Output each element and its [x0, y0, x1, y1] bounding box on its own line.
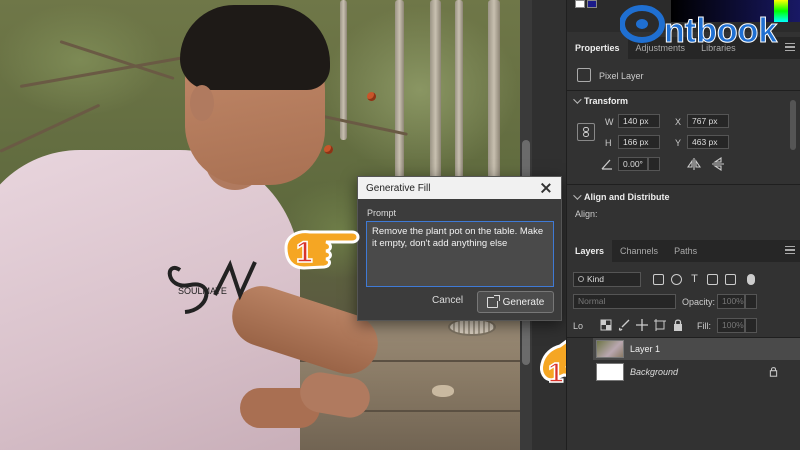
step-number: 1: [296, 236, 313, 269]
angle-dropdown[interactable]: [648, 157, 660, 171]
shirt-print-logo: SOULMATE: [167, 259, 257, 314]
flip-vertical-icon[interactable]: [711, 157, 725, 171]
angle-field[interactable]: 0.00°: [618, 157, 648, 171]
filter-kind-label: Kind: [587, 274, 605, 284]
pointing-hand-icon: 1: [284, 230, 360, 270]
tab-layers[interactable]: Layers: [567, 240, 613, 262]
step-number: 1: [548, 357, 564, 388]
filter-toggle-icon[interactable]: [747, 274, 755, 285]
layer-item-layer-1[interactable]: Layer 1: [593, 338, 800, 360]
layer-name: Background: [630, 367, 679, 377]
tab-properties[interactable]: Properties: [567, 37, 628, 59]
hair: [180, 5, 330, 90]
opacity-field[interactable]: 100%: [717, 294, 745, 309]
close-icon[interactable]: [539, 181, 553, 195]
opacity-dropdown[interactable]: [745, 294, 757, 309]
layer-thumbnail: [596, 340, 624, 358]
artboard-lock-icon[interactable]: [653, 318, 667, 332]
height-label: H: [605, 138, 612, 148]
search-icon: [578, 276, 584, 282]
fill-field[interactable]: 100%: [717, 318, 745, 333]
fill-dropdown[interactable]: [745, 318, 757, 333]
brush-icon[interactable]: [617, 318, 631, 332]
fill-label: Fill:: [697, 321, 711, 331]
generate-icon: [486, 294, 500, 308]
transform-section-header[interactable]: Transform: [573, 95, 629, 106]
type-filter-icon[interactable]: T: [689, 274, 700, 285]
layer-name: Layer 1: [630, 344, 661, 354]
y-field[interactable]: 463 px: [687, 135, 729, 149]
generate-button[interactable]: Generate: [477, 291, 554, 313]
angle-icon: [601, 159, 612, 170]
ear: [190, 85, 214, 121]
move-icon[interactable]: [635, 318, 649, 332]
generate-button-label: Generate: [502, 296, 545, 308]
properties-scrollbar[interactable]: [790, 100, 796, 150]
watermark-text: ntbook: [664, 12, 777, 50]
cancel-button[interactable]: Cancel: [432, 295, 463, 306]
prompt-input[interactable]: [366, 221, 554, 287]
ntbook-logo: ntbook: [620, 5, 778, 51]
lock-label: Lo: [573, 321, 584, 331]
y-label: Y: [675, 138, 682, 148]
prompt-label: Prompt: [367, 208, 397, 218]
opacity-label: Opacity:: [682, 297, 716, 307]
flip-horizontal-icon[interactable]: [687, 157, 701, 171]
layer-filter-kind[interactable]: Kind: [573, 272, 641, 287]
link-icon[interactable]: [577, 123, 595, 141]
smart-object-filter-icon[interactable]: [725, 274, 736, 285]
divider: [567, 184, 800, 185]
width-label: W: [605, 117, 614, 127]
lock-icon: [769, 367, 778, 377]
color-swatch[interactable]: [575, 0, 601, 10]
align-title: Align and Distribute: [584, 192, 670, 202]
image-filter-icon[interactable]: [653, 274, 664, 285]
adjustment-filter-icon[interactable]: [671, 274, 682, 285]
divider: [567, 90, 800, 91]
tab-channels[interactable]: Channels: [612, 240, 666, 262]
right-panel: Properties Adjustments Libraries Pixel L…: [566, 0, 800, 450]
tab-paths[interactable]: Paths: [666, 240, 705, 262]
layer-type-label: Pixel Layer: [599, 71, 644, 81]
chevron-down-icon: [573, 95, 582, 104]
transform-title: Transform: [584, 96, 629, 106]
layers-tab-bar: Layers Channels Paths: [567, 240, 800, 262]
dialog-titlebar[interactable]: Generative Fill: [358, 177, 561, 199]
lock-transparent-pixels-icon[interactable]: [599, 318, 613, 332]
shape-filter-icon[interactable]: [707, 274, 718, 285]
dialog-title: Generative Fill: [366, 182, 431, 194]
align-section-header[interactable]: Align and Distribute: [573, 191, 670, 202]
blend-mode-select[interactable]: Normal: [573, 294, 676, 309]
height-field[interactable]: 166 px: [618, 135, 660, 149]
chevron-down-icon: [573, 191, 582, 200]
layer-item-background[interactable]: Background: [593, 361, 800, 383]
panel-menu-icon[interactable]: [785, 246, 795, 254]
x-label: X: [675, 117, 682, 127]
align-label: Align:: [575, 209, 598, 219]
layer-thumbnail: [596, 363, 624, 381]
shirt-print-text: SOULMATE: [178, 286, 227, 296]
generative-fill-dialog: Generative Fill Prompt Cancel Generate: [357, 176, 562, 321]
pixel-layer-icon: [577, 68, 591, 82]
x-field[interactable]: 767 px: [687, 114, 729, 128]
width-field[interactable]: 140 px: [618, 114, 660, 128]
lock-all-icon[interactable]: [671, 318, 685, 332]
